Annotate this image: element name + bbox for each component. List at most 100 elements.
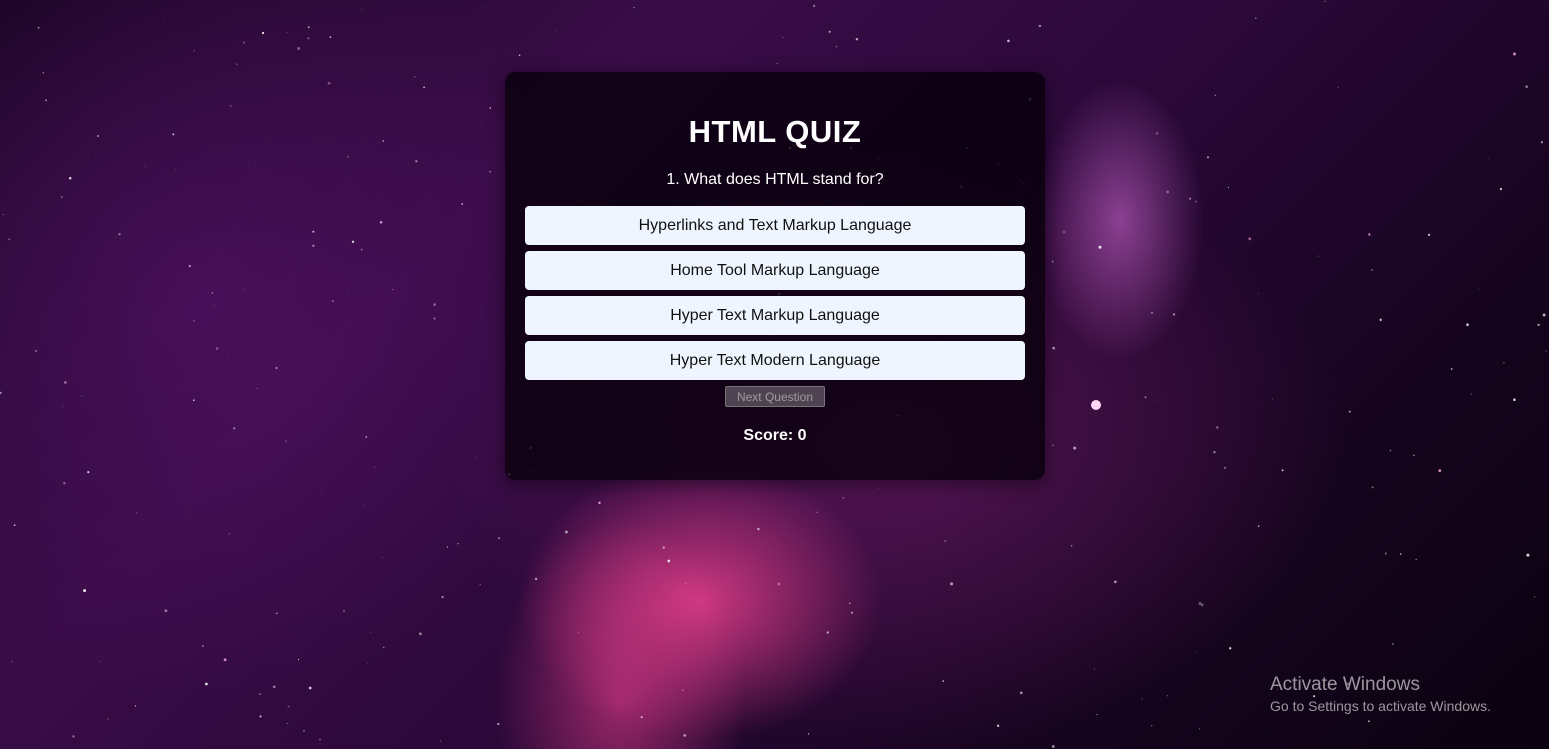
star bbox=[476, 456, 478, 458]
star bbox=[259, 715, 262, 718]
star bbox=[365, 436, 368, 438]
question-text: 1. What does HTML stand for? bbox=[666, 171, 884, 188]
star bbox=[8, 238, 11, 241]
star bbox=[118, 232, 121, 236]
star bbox=[233, 427, 236, 430]
star bbox=[1052, 346, 1056, 350]
star bbox=[193, 399, 195, 401]
bright-star bbox=[1091, 400, 1101, 410]
star bbox=[518, 54, 521, 56]
star bbox=[235, 63, 238, 66]
star bbox=[1499, 187, 1503, 191]
star bbox=[363, 505, 364, 506]
star bbox=[415, 160, 418, 163]
star bbox=[2, 214, 4, 215]
star bbox=[479, 583, 481, 586]
star bbox=[1200, 603, 1204, 607]
star bbox=[555, 30, 557, 32]
star bbox=[1144, 396, 1147, 399]
star bbox=[37, 26, 40, 29]
quiz-title: HTML QUIZ bbox=[688, 114, 862, 149]
star bbox=[361, 8, 363, 10]
star bbox=[193, 320, 195, 322]
star bbox=[331, 300, 334, 303]
star bbox=[564, 530, 568, 534]
star bbox=[855, 38, 859, 41]
star bbox=[83, 589, 87, 593]
star bbox=[489, 107, 492, 109]
star bbox=[343, 610, 345, 612]
star bbox=[1051, 745, 1055, 748]
star bbox=[136, 512, 138, 514]
star bbox=[63, 481, 66, 485]
star bbox=[996, 724, 1000, 727]
star bbox=[367, 663, 369, 664]
star bbox=[348, 291, 349, 292]
star bbox=[950, 582, 954, 586]
star bbox=[172, 133, 175, 136]
star bbox=[383, 646, 385, 649]
star bbox=[272, 685, 276, 689]
star bbox=[320, 493, 322, 495]
star bbox=[1214, 94, 1217, 97]
star bbox=[87, 470, 90, 474]
star bbox=[1389, 449, 1392, 452]
star bbox=[211, 292, 214, 294]
star bbox=[1157, 399, 1158, 401]
star bbox=[495, 253, 496, 255]
star bbox=[1537, 323, 1540, 327]
answer-button-1[interactable]: Hyperlinks and Text Markup Language bbox=[525, 206, 1025, 245]
star bbox=[944, 540, 947, 542]
answer-button-4[interactable]: Hyper Text Modern Language bbox=[525, 341, 1025, 380]
star bbox=[1413, 454, 1415, 456]
star bbox=[298, 658, 300, 661]
star bbox=[382, 557, 384, 558]
star bbox=[1195, 652, 1197, 653]
star bbox=[312, 230, 315, 233]
star bbox=[303, 729, 305, 732]
star bbox=[942, 680, 944, 682]
star bbox=[374, 466, 376, 468]
star bbox=[441, 596, 444, 599]
next-question-button[interactable]: Next Question bbox=[725, 386, 825, 407]
star bbox=[1488, 157, 1490, 159]
star bbox=[312, 244, 315, 247]
star bbox=[60, 196, 63, 199]
star bbox=[164, 609, 168, 613]
star bbox=[360, 248, 363, 251]
star bbox=[379, 221, 383, 224]
answer-button-2[interactable]: Home Tool Markup Language bbox=[525, 251, 1025, 290]
star bbox=[683, 733, 687, 737]
star bbox=[0, 391, 2, 395]
star bbox=[13, 524, 16, 526]
answer-button-3[interactable]: Hyper Text Markup Language bbox=[525, 296, 1025, 335]
star bbox=[1542, 313, 1546, 317]
star bbox=[370, 631, 372, 633]
star bbox=[202, 645, 204, 647]
star bbox=[307, 37, 310, 40]
star bbox=[319, 738, 321, 741]
star bbox=[684, 582, 687, 585]
watermark-title: Activate Windows bbox=[1270, 674, 1420, 695]
star bbox=[1255, 17, 1257, 19]
star bbox=[1525, 85, 1528, 88]
star bbox=[1198, 728, 1201, 730]
star bbox=[1189, 197, 1192, 200]
star bbox=[497, 722, 500, 726]
star bbox=[1062, 230, 1066, 234]
star bbox=[215, 347, 219, 350]
star bbox=[1019, 691, 1023, 695]
star bbox=[1038, 24, 1042, 28]
star bbox=[81, 395, 83, 397]
star bbox=[1503, 361, 1505, 364]
star bbox=[433, 303, 436, 306]
star bbox=[308, 686, 312, 690]
star bbox=[1371, 486, 1374, 489]
star bbox=[1540, 141, 1544, 144]
star bbox=[1229, 647, 1232, 650]
star bbox=[842, 496, 845, 499]
star bbox=[42, 72, 44, 74]
star bbox=[164, 20, 165, 21]
star bbox=[640, 716, 643, 719]
quiz-card: HTML QUIZ 1. What does HTML stand for? H… bbox=[505, 72, 1045, 480]
